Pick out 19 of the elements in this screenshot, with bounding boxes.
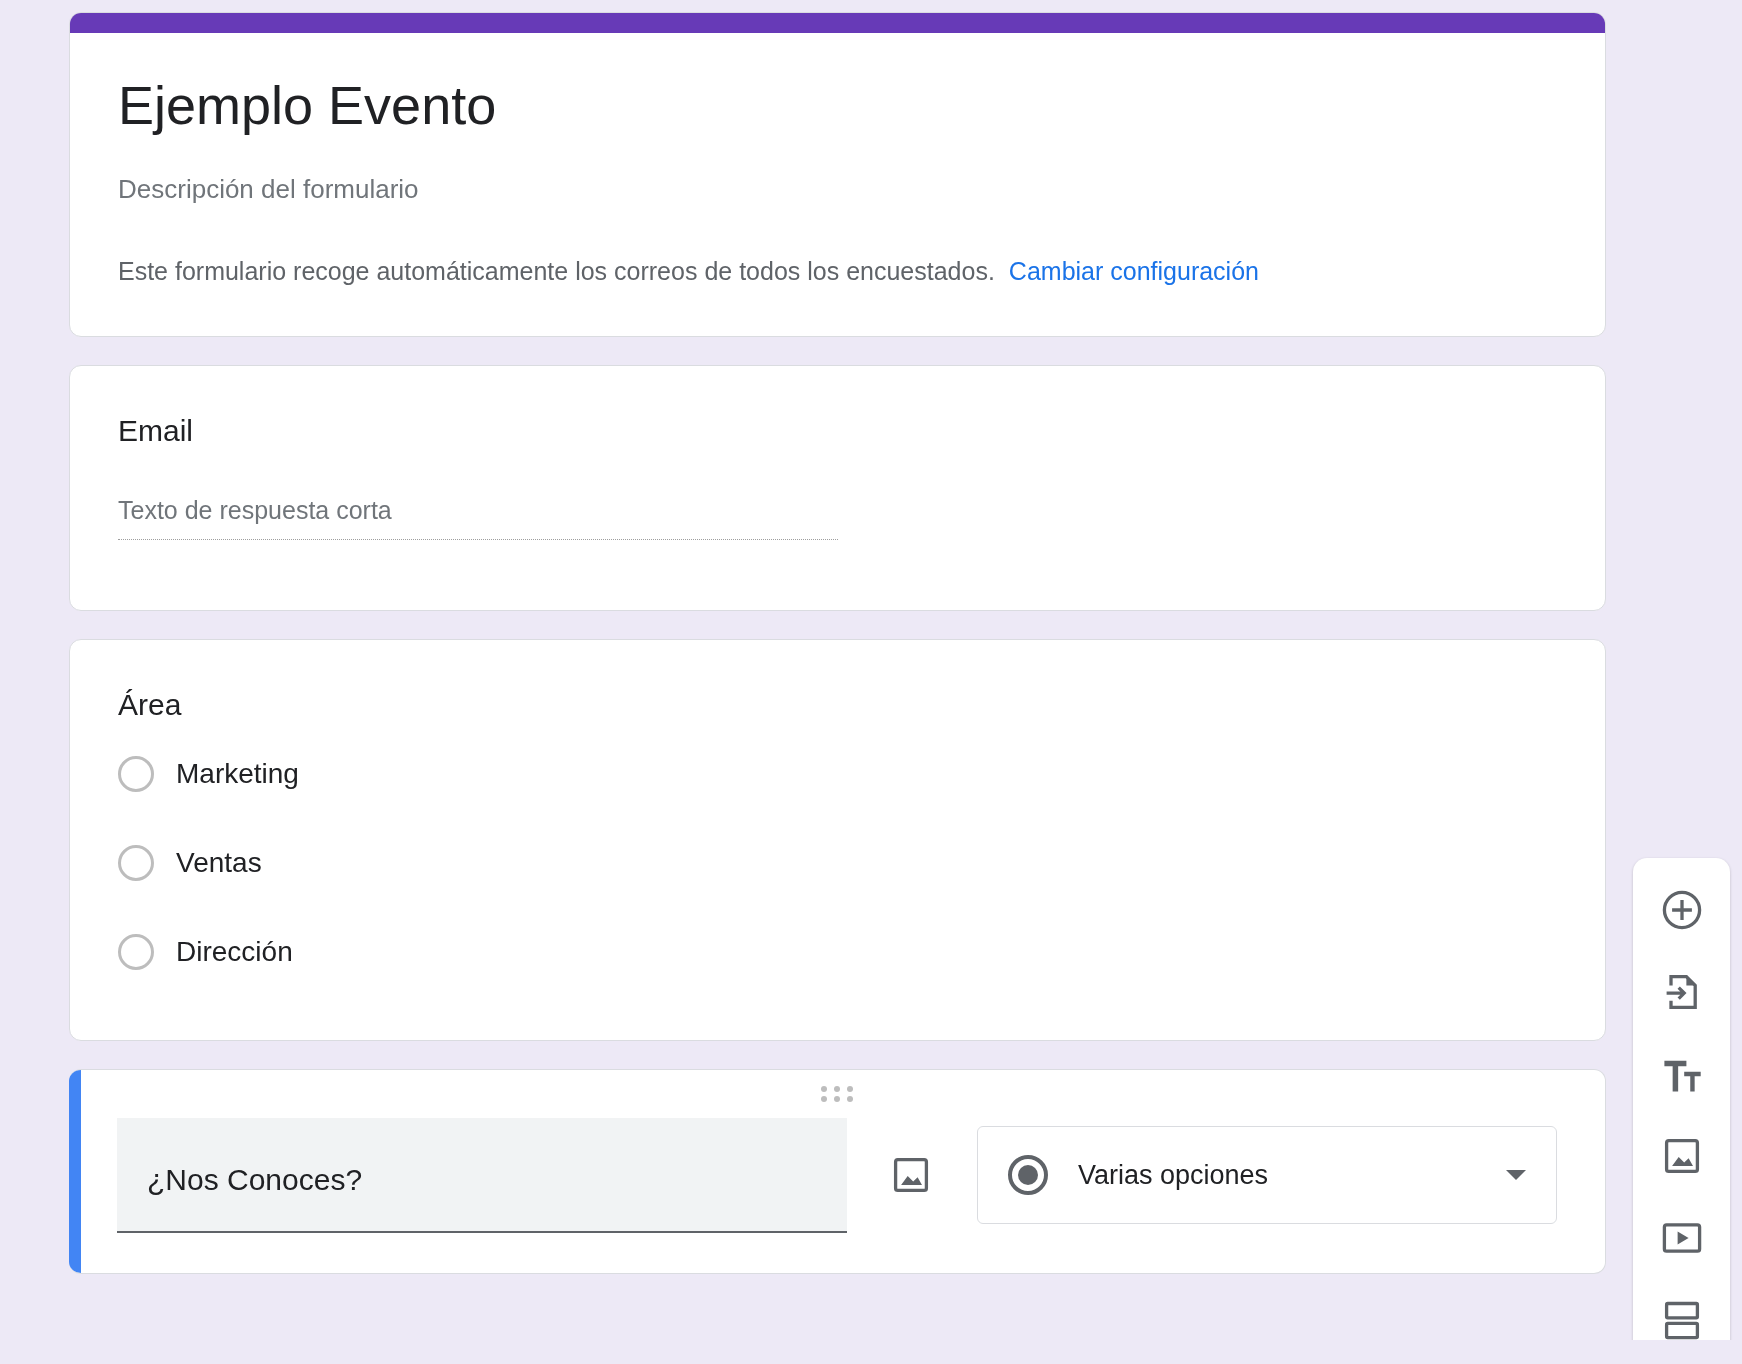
email-notice-text: Este formulario recoge automáticamente los correos de todos los encuestados. <box>118 256 995 285</box>
radio-button[interactable] <box>118 755 154 792</box>
radio-button[interactable] <box>118 844 154 881</box>
question-card[interactable]: Área Marketing Ventas Dirección <box>69 638 1606 1041</box>
settings-link[interactable]: Cambiar configuración <box>1008 256 1259 285</box>
question-title: Área <box>118 687 183 722</box>
question-type-dropdown[interactable]: Varias opciones <box>977 1126 1557 1225</box>
drag-handle-icon[interactable] <box>821 1085 853 1102</box>
form-description[interactable]: Descripción del formulario <box>118 173 1557 205</box>
radio-button[interactable] <box>118 933 154 970</box>
question-title: Email <box>118 413 194 448</box>
question-card[interactable]: ¿Nos Conoces? Varias opciones <box>69 1068 1606 1274</box>
question-title-field[interactable]: ¿Nos Conoces? <box>117 1117 847 1233</box>
radio-button-icon <box>1008 1155 1048 1196</box>
option-label: Dirección <box>176 935 293 968</box>
option-label: Ventas <box>176 846 262 879</box>
caret-icon <box>1506 1170 1526 1181</box>
option-label: Marketing <box>176 757 299 790</box>
form-title[interactable]: Ejemplo Evento <box>118 73 1557 138</box>
